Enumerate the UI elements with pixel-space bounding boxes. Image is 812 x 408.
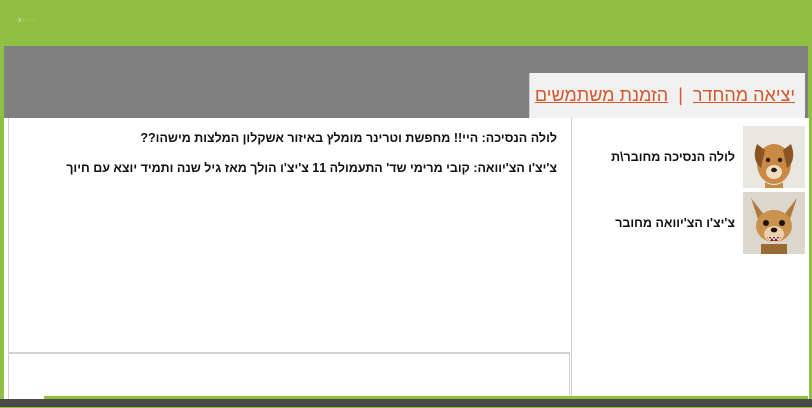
chat-room-window: יציאה מהחדר | הזמנת משתמשים לולה הנסיכה:…: [4, 46, 809, 403]
invite-users-link[interactable]: הזמנת משתמשים: [535, 85, 668, 106]
room-menu: יציאה מהחדר | הזמנת משתמשים: [529, 73, 805, 118]
footer-strip: [0, 399, 812, 407]
menu-separator: |: [678, 85, 683, 105]
user-name: לולה הנסיכה מחובר\ת: [611, 150, 735, 164]
dog-avatar-icon: [743, 126, 805, 188]
chat-message: צ'יצ'ו הצ'יוואה: קובי מרימי שד' התעמולה …: [66, 161, 557, 175]
logo: ≡·· ··: [18, 18, 38, 24]
message-list: לולה הנסיכה: היי!! מחפשת וטרינר מומלץ בא…: [9, 130, 557, 190]
user-item[interactable]: צ'יצ'ו הצ'יוואה מחובר: [615, 192, 805, 254]
chat-message: לולה הנסיכה: היי!! מחפשת וטרינר מומלץ בא…: [140, 131, 557, 145]
top-bar: ≡·· ··: [0, 0, 812, 46]
chat-messages-panel: לולה הנסיכה: היי!! מחפשת וטרינר מומלץ בא…: [8, 118, 572, 353]
message-input-area: [8, 352, 573, 403]
online-users-panel: לולה הנסיכה מחובר\ת צ'יצ'ו הצ'יוואה מחוב…: [571, 118, 809, 399]
exit-room-link[interactable]: יציאה מהחדר: [693, 85, 795, 106]
user-item[interactable]: לולה הנסיכה מחובר\ת: [611, 126, 805, 188]
user-name: צ'יצ'ו הצ'יוואה מחובר: [615, 216, 735, 230]
dog-avatar-icon: [743, 192, 805, 254]
